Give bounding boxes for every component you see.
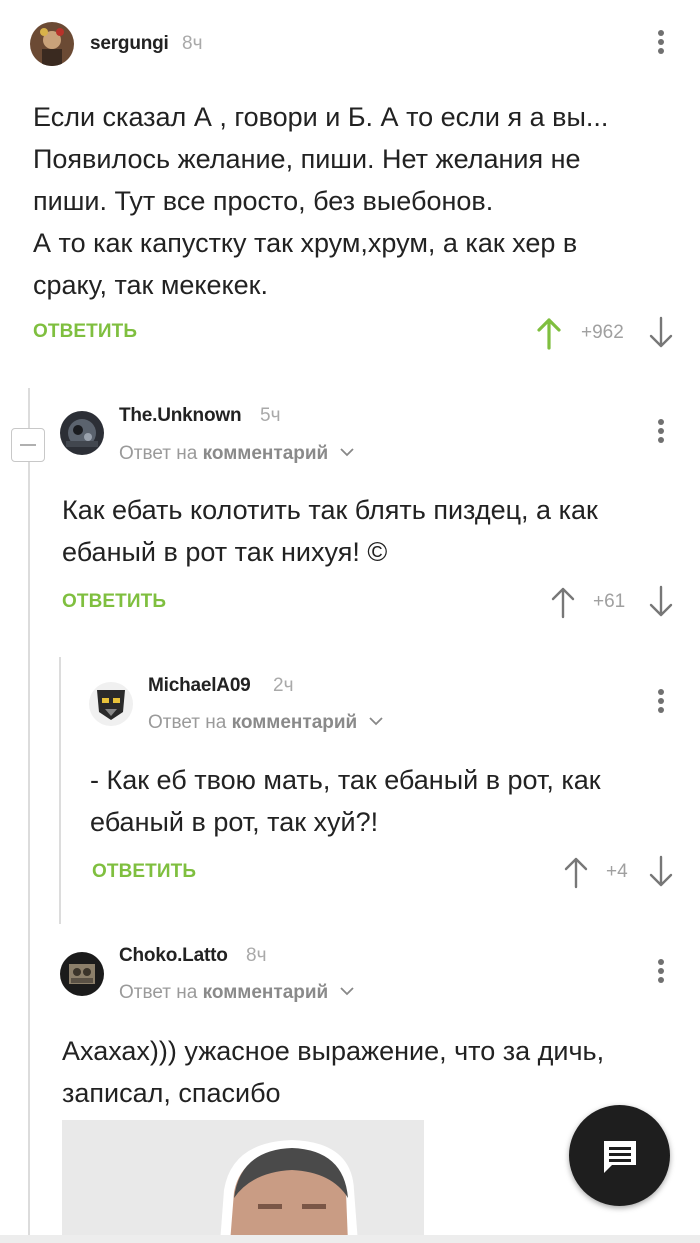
vote-score: +962 bbox=[581, 322, 624, 343]
reply-to-target: комментарий bbox=[231, 712, 358, 733]
avatar[interactable] bbox=[89, 682, 133, 726]
reply-to-prefix: Ответ на bbox=[148, 712, 227, 733]
comment-time: 8ч bbox=[246, 945, 267, 966]
avatar-image bbox=[60, 411, 104, 455]
reply-to-prefix: Ответ на bbox=[119, 982, 198, 1003]
reply-to-link[interactable]: Ответ на комментарий bbox=[119, 443, 354, 465]
more-vertical-icon[interactable] bbox=[656, 419, 666, 449]
text-line: - Как еб твою мать, так ебаный в рот, ка… bbox=[90, 765, 601, 795]
comments-fab-button[interactable] bbox=[569, 1105, 670, 1206]
comment-image-picture bbox=[62, 1120, 424, 1243]
comment-image[interactable] bbox=[62, 1120, 424, 1243]
vote-controls: +962 bbox=[536, 316, 676, 352]
reply-to-link[interactable]: Ответ на комментарий bbox=[119, 982, 354, 1004]
chevron-down-icon bbox=[339, 448, 354, 457]
text-line: Если сказал А , говори и Б. А то если я … bbox=[33, 102, 609, 132]
reply-to-prefix: Ответ на bbox=[119, 443, 198, 464]
comments-icon bbox=[604, 1141, 636, 1173]
thread-line bbox=[28, 388, 30, 1243]
avatar-image bbox=[60, 952, 104, 996]
collapse-thread-icon[interactable] bbox=[11, 428, 45, 462]
comment-text: Если сказал А , говори и Б. А то если я … bbox=[33, 96, 608, 306]
arrow-up-icon[interactable] bbox=[550, 585, 576, 619]
text-line: А то как капустку так хрум,хрум, а как х… bbox=[33, 228, 578, 258]
text-line: сраку, так мекекек. bbox=[33, 270, 268, 300]
bottom-bar bbox=[0, 1235, 700, 1243]
arrow-down-icon[interactable] bbox=[648, 585, 674, 619]
arrow-up-icon[interactable] bbox=[563, 855, 589, 889]
avatar[interactable] bbox=[60, 952, 104, 996]
chevron-down-icon bbox=[339, 987, 354, 996]
more-vertical-icon[interactable] bbox=[656, 689, 666, 719]
more-vertical-icon[interactable] bbox=[656, 959, 666, 989]
reply-to-target: комментарий bbox=[202, 982, 329, 1003]
vote-controls: +4 bbox=[563, 855, 676, 891]
reply-to-target: комментарий bbox=[202, 443, 329, 464]
avatar[interactable] bbox=[60, 411, 104, 455]
comment-text: Ахахах))) ужасное выражение, что за дичь… bbox=[62, 1030, 604, 1114]
comment-time: 2ч bbox=[273, 675, 294, 696]
avatar-image bbox=[30, 22, 74, 66]
avatar[interactable] bbox=[30, 22, 74, 66]
vote-score: +61 bbox=[593, 591, 626, 612]
comment-text: - Как еб твою мать, так ебаный в рот, ка… bbox=[90, 759, 601, 843]
text-line: Как ебать колотить так блять пиздец, а к… bbox=[62, 495, 598, 525]
more-vertical-icon[interactable] bbox=[656, 30, 666, 60]
vote-score: +4 bbox=[606, 861, 628, 882]
username[interactable]: Choko.Latto bbox=[119, 945, 228, 967]
comment-time: 5ч bbox=[260, 405, 281, 426]
text-line: Появилось желание, пиши. Нет желания не bbox=[33, 144, 581, 174]
text-line: ебаный в рот так нихуя! © bbox=[62, 537, 388, 567]
reply-button[interactable]: ОТВЕТИТЬ bbox=[92, 861, 196, 883]
comment-text: Как ебать колотить так блять пиздец, а к… bbox=[62, 489, 598, 573]
vote-controls: +61 bbox=[550, 585, 676, 621]
avatar-image bbox=[89, 682, 133, 726]
chevron-down-icon bbox=[368, 717, 383, 726]
reply-button[interactable]: ОТВЕТИТЬ bbox=[62, 591, 166, 613]
username[interactable]: The.Unknown bbox=[119, 405, 242, 427]
reply-to-link[interactable]: Ответ на комментарий bbox=[148, 712, 383, 734]
comment-time: 8ч bbox=[182, 33, 203, 54]
text-line: записал, спасибо bbox=[62, 1078, 281, 1108]
arrow-down-icon[interactable] bbox=[648, 316, 674, 350]
text-line: ебаный в рот, так хуй?! bbox=[90, 807, 379, 837]
arrow-up-icon[interactable] bbox=[536, 316, 562, 350]
text-line: Ахахах))) ужасное выражение, что за дичь… bbox=[62, 1036, 605, 1066]
username[interactable]: MichaelA09 bbox=[148, 675, 251, 697]
thread-line bbox=[59, 657, 61, 924]
reply-button[interactable]: ОТВЕТИТЬ bbox=[33, 321, 137, 343]
text-line: пиши. Тут все просто, без выебонов. bbox=[33, 186, 494, 216]
username[interactable]: sergungi bbox=[90, 33, 169, 55]
arrow-down-icon[interactable] bbox=[648, 855, 674, 889]
